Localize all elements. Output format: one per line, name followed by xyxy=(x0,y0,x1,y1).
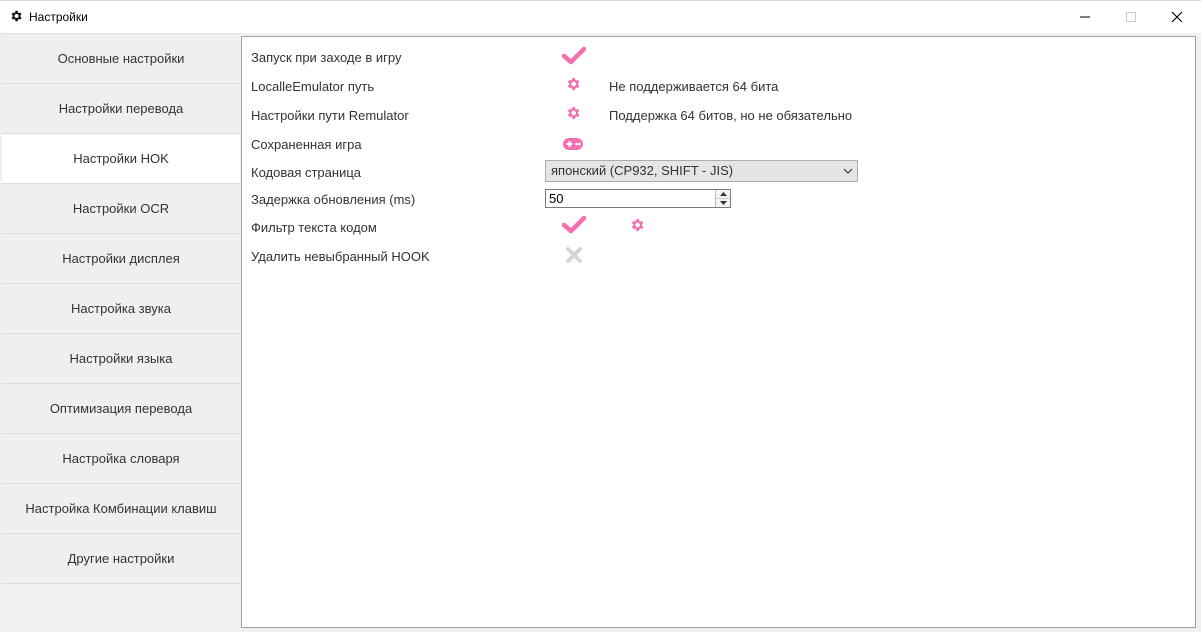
gear-icon xyxy=(11,10,22,22)
x-icon[interactable] xyxy=(565,246,583,264)
arrow-up-icon xyxy=(719,192,727,196)
chevron-down-icon xyxy=(843,168,853,174)
locale-emulator-note: Не поддерживается 64 бита xyxy=(609,79,779,94)
sidebar-item-dictionary[interactable]: Настройка словаря xyxy=(2,434,240,484)
gear-icon[interactable] xyxy=(629,217,645,233)
arrow-down-icon xyxy=(719,201,727,205)
spin-buttons xyxy=(715,190,730,207)
spin-down-button[interactable] xyxy=(716,199,730,207)
text-filter-label: Фильтр текста кодом xyxy=(251,220,377,235)
gamepad-icon[interactable] xyxy=(562,137,584,151)
gear-icon[interactable] xyxy=(565,105,581,121)
remulator-note: Поддержка 64 битов, но не обязательно xyxy=(609,108,853,123)
minimize-button[interactable] xyxy=(1062,1,1108,33)
saved-game-label: Сохраненная игра xyxy=(251,137,362,152)
code-page-value: японский (CP932, SHIFT - JIS) xyxy=(551,163,734,178)
sidebar-item-hotkeys[interactable]: Настройка Комбинации клавиш xyxy=(2,484,240,534)
sidebar-item-hook[interactable]: Настройки HOK xyxy=(2,134,240,184)
sidebar-item-language[interactable]: Настройки языка xyxy=(2,334,240,384)
launch-on-game-label: Запуск при заходе в игру xyxy=(251,50,402,65)
check-icon[interactable] xyxy=(562,46,586,66)
code-page-label: Кодовая страница xyxy=(251,165,362,180)
remove-unselected-hook-label: Удалить невыбранный HOOK xyxy=(251,249,430,264)
remulator-label: Настройки пути Remulator xyxy=(251,108,409,123)
check-icon[interactable] xyxy=(562,215,586,235)
maximize-button[interactable] xyxy=(1108,1,1154,33)
sidebar-item-other[interactable]: Другие настройки xyxy=(2,534,240,584)
gear-icon[interactable] xyxy=(565,76,581,92)
locale-emulator-label: LocalleEmulator путь xyxy=(251,79,375,94)
refresh-delay-value: 50 xyxy=(549,191,564,206)
title-bar: Настройки xyxy=(0,0,1201,33)
sidebar-item-display[interactable]: Настройки дисплея xyxy=(2,234,240,284)
sidebar-item-basic[interactable]: Основные настройки xyxy=(2,33,240,84)
window-title: Настройки xyxy=(29,10,88,24)
sidebar-item-ocr[interactable]: Настройки OCR xyxy=(2,184,240,234)
maximize-icon xyxy=(1126,12,1136,22)
refresh-delay-spinbox[interactable]: 50 xyxy=(545,189,731,208)
code-page-select[interactable]: японский (CP932, SHIFT - JIS) xyxy=(545,160,858,182)
close-button[interactable] xyxy=(1154,1,1200,33)
refresh-delay-label: Задержка обновления (ms) xyxy=(251,192,416,207)
close-icon xyxy=(1171,11,1183,23)
sidebar-item-translation-optimization[interactable]: Оптимизация перевода xyxy=(2,384,240,434)
sidebar-item-translation[interactable]: Настройки перевода xyxy=(2,84,240,134)
spin-up-button[interactable] xyxy=(716,190,730,199)
settings-sidebar: Основные настройки Настройки перевода На… xyxy=(2,33,240,584)
hook-settings-panel: Запуск при заходе в игру LocalleEmulator… xyxy=(241,36,1196,628)
sidebar-item-sound[interactable]: Настройка звука xyxy=(2,284,240,334)
minimize-icon xyxy=(1080,16,1090,18)
